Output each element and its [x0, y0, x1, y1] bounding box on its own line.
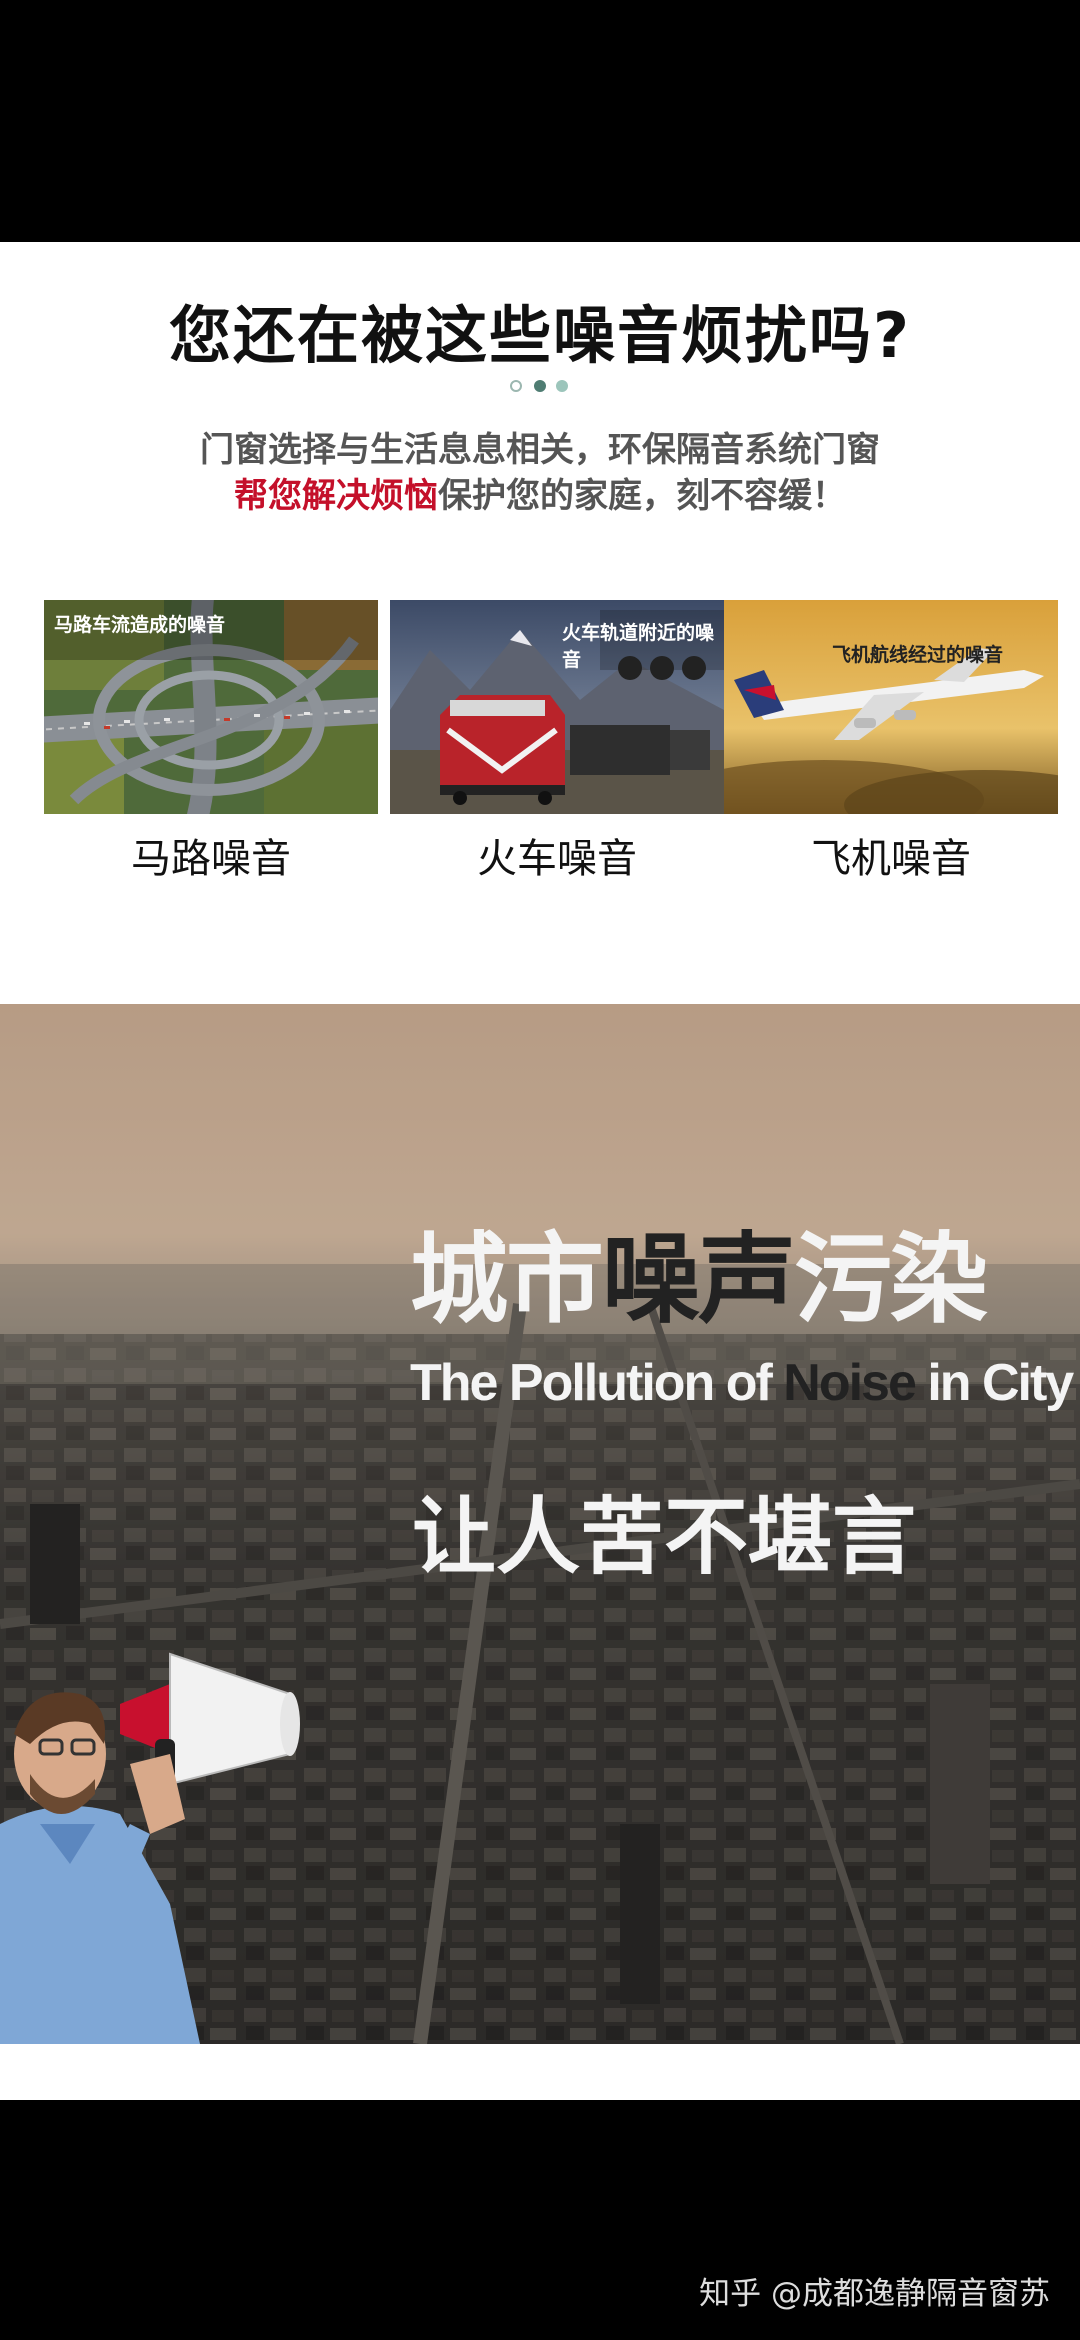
title-part-3: 污染 — [794, 1223, 988, 1337]
plane-noise-image: 飞机航线经过的噪音 — [724, 600, 1058, 814]
english-part-3: in City — [914, 1354, 1074, 1412]
city-banner-tagline: 让人苦不堪言 — [412, 1488, 917, 1586]
subtitle-rest: 保护您的家庭，刻不容缓！ — [438, 476, 846, 516]
train-noise-image: 火车轨道附近的噪音 — [390, 600, 724, 814]
plane-noise-caption: 飞机噪音 — [811, 836, 971, 882]
city-banner-english: The Pollution of Noise in City — [410, 1353, 1074, 1413]
road-noise-caption: 马路噪音 — [131, 836, 291, 882]
english-part-2: Noise — [783, 1354, 917, 1412]
pagination-dot-3[interactable] — [556, 380, 568, 392]
road-image-title: 马路车流造成的噪音 — [54, 614, 226, 636]
plane-image-title: 飞机航线经过的噪音 — [832, 644, 1004, 666]
title-part-1: 城市 — [410, 1223, 604, 1337]
road-noise-image: 马路车流造成的噪音 — [44, 600, 378, 814]
subtitle-line-1: 门窗选择与生活息息相关，环保隔音系统门窗 — [200, 430, 880, 470]
city-banner-title: 城市噪声污染 — [410, 1200, 988, 1342]
page-headline: 您还在被这些噪音烦扰吗? — [169, 299, 911, 372]
train-noise-caption: 火车噪音 — [477, 836, 637, 882]
subtitle-highlight: 帮您解决烦恼 — [234, 476, 438, 516]
pagination-dot-1[interactable] — [510, 380, 522, 392]
pagination-dot-2[interactable] — [534, 380, 546, 392]
man-with-megaphone-illustration — [0, 1652, 300, 2044]
english-part-1: The Pollution of — [410, 1354, 784, 1412]
train-image-title: 火车轨道附近的噪音 — [562, 622, 715, 671]
title-part-2: 噪声 — [602, 1223, 796, 1337]
subtitle-line-2: 帮您解决烦恼保护您的家庭，刻不容缓！ — [0, 468, 1080, 517]
bottom-white-strip — [0, 2044, 1080, 2100]
source-watermark: 知乎 @成都逸静隔音窗苏 — [699, 2276, 1050, 2312]
pagination-dots — [510, 380, 572, 396]
top-black-bar — [0, 0, 1080, 242]
